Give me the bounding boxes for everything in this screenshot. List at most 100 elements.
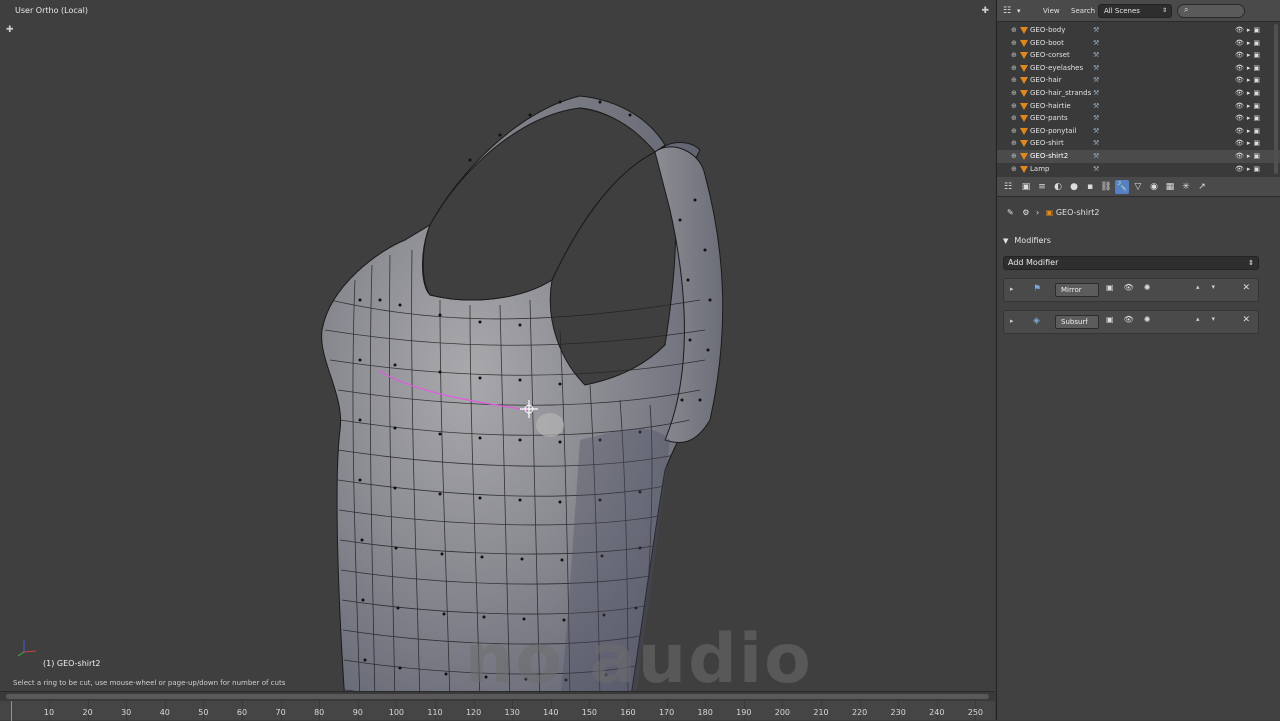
expand-icon[interactable]: ⊕ [1011,112,1017,125]
modifier-display-toggles[interactable]: ▣👁✺ [1106,315,1160,329]
timeline-tick-label: 220 [851,708,868,717]
outliner-item[interactable]: ⊕ GEO-eyelashes ⚒ 👁▸▣ [997,62,1280,75]
timeline-tick-label: 210 [813,708,829,717]
outliner-item[interactable]: ⊕ GEO-shirt ⚒ 👁▸▣ [997,137,1280,150]
expand-icon[interactable]: ⊕ [1011,87,1017,100]
collapse-triangle-icon[interactable]: ▼ [1003,234,1008,248]
modifier-name-field[interactable]: Subsurf [1055,315,1099,329]
modifier-wrench-icon[interactable]: ⚒ [1093,112,1099,125]
timeline-scroll-thumb[interactable] [6,694,989,699]
view-menu[interactable]: View [1043,4,1060,18]
outliner-item[interactable]: ⊕ Lamp ⚒ 👁▸▣ [997,163,1280,176]
modifier-wrench-icon[interactable]: ⚒ [1093,125,1099,138]
viewport-corner-widget-icon[interactable]: ✚ [6,25,14,35]
expand-icon[interactable]: ⊕ [1011,37,1017,50]
expand-icon[interactable]: ⊕ [1011,100,1017,113]
pin-icon[interactable]: ✎ [1007,208,1014,217]
expand-icon[interactable]: ⊕ [1011,74,1017,87]
visibility-toggle-icons[interactable]: 👁▸▣ [1235,24,1263,37]
object-icon: ▣ [1045,208,1054,217]
tab-render-icon[interactable]: ▣ [1019,180,1033,194]
tab-texture-icon[interactable]: ▦ [1163,180,1177,194]
tab-material-icon[interactable]: ◉ [1147,180,1161,194]
visibility-toggle-icons[interactable]: 👁▸▣ [1235,100,1263,113]
tab-data-icon[interactable]: ▽ [1131,180,1145,194]
visibility-toggle-icons[interactable]: 👁▸▣ [1235,163,1263,176]
remove-modifier-icon[interactable]: ✕ [1242,315,1250,325]
outliner-item[interactable]: ⊕ GEO-pants ⚒ 👁▸▣ [997,112,1280,125]
visibility-toggle-icons[interactable]: 👁▸▣ [1235,87,1263,100]
tab-world-icon[interactable]: ● [1067,180,1081,194]
editor-type-icon[interactable]: ☷ [1003,4,1011,18]
search-menu[interactable]: Search [1071,4,1095,18]
modifier-name-field[interactable]: Mirror [1055,283,1099,297]
shirt-mesh[interactable] [0,0,995,702]
modifier-mirror[interactable]: ▸ ⚑ Mirror ▣👁✺ ▴▾ ✕ [1003,278,1259,302]
tab-particles-icon[interactable]: ✳ [1179,180,1193,194]
viewport-corner-widget-right-icon[interactable]: ✚ [981,6,989,16]
modifier-wrench-icon[interactable]: ⚒ [1093,37,1099,50]
outliner-item[interactable]: ⊕ GEO-corset ⚒ 👁▸▣ [997,49,1280,62]
outliner-item[interactable]: ⊕ GEO-hair_strands ⚒ 👁▸▣ [997,87,1280,100]
visibility-toggle-icons[interactable]: 👁▸▣ [1235,49,1263,62]
modifier-wrench-icon[interactable]: ⚒ [1093,163,1099,176]
modifier-wrench-icon[interactable]: ⚒ [1093,137,1099,150]
tab-object-icon[interactable]: ▪ [1083,180,1097,194]
modifier-wrench-icon[interactable]: ⚒ [1093,87,1099,100]
timeline-tick-label: 40 [159,708,170,717]
modifier-wrench-icon[interactable]: ⚒ [1093,62,1099,75]
tab-layers-icon[interactable]: ≡ [1035,180,1049,194]
expand-icon[interactable]: ⊕ [1011,49,1017,62]
visibility-toggle-icons[interactable]: 👁▸▣ [1235,125,1263,138]
modifier-move-arrows[interactable]: ▴▾ [1196,283,1227,291]
timeline-scrollbar[interactable] [0,692,995,701]
modifiers-panel-header[interactable]: ▼ Modifiers [1003,234,1275,248]
expand-icon[interactable]: ⊕ [1011,137,1017,150]
visibility-toggle-icons[interactable]: 👁▸▣ [1235,137,1263,150]
modifier-wrench-icon[interactable]: ⚒ [1093,49,1099,62]
modifier-wrench-icon[interactable]: ⚒ [1093,74,1099,87]
outliner-item[interactable]: ⊕ GEO-shirt2 ⚒ 👁▸▣ [997,150,1280,163]
visibility-toggle-icons[interactable]: 👁▸▣ [1235,74,1263,87]
outliner-panel[interactable]: ☷ ▾ View Search All Scenes ⇕ ⌕ ⊕ GEO-body… [996,0,1280,177]
expand-icon[interactable]: ⊕ [1011,24,1017,37]
outliner-item[interactable]: ⊕ GEO-ponytail ⚒ 👁▸▣ [997,125,1280,138]
expand-icon[interactable]: ⊕ [1011,125,1017,138]
tab-modifiers-icon[interactable]: 🔧 [1115,180,1129,194]
timeline[interactable]: 10 20 30 40 50 60 70 80 90 100 110 120 130 140 150 160 1… [0,691,995,721]
modifier-subsurf[interactable]: ▸ ◈ Subsurf ▣👁✺ ▴▾ ✕ [1003,310,1259,334]
display-mode-select[interactable]: All Scenes ⇕ [1098,4,1172,18]
modifier-wrench-icon[interactable]: ⚒ [1093,150,1099,163]
expand-arrow-icon[interactable]: ▸ [1010,285,1014,293]
add-modifier-button[interactable]: Add Modifier ⇕ [1003,256,1259,270]
outliner-item[interactable]: ⊕ GEO-boot ⚒ 👁▸▣ [997,37,1280,50]
visibility-toggle-icons[interactable]: 👁▸▣ [1235,37,1263,50]
mesh-object-icon [1020,39,1028,47]
outliner-item[interactable]: ⊕ GEO-body ⚒ 👁▸▣ [997,24,1280,37]
3d-viewport[interactable]: User Ortho (Local) ✚ ✚ (1) GEO-shirt2 Se… [0,0,995,702]
expand-icon[interactable]: ⊕ [1011,163,1017,176]
header-collapse-icon[interactable]: ▾ [1017,4,1021,18]
visibility-toggle-icons[interactable]: 👁▸▣ [1235,112,1263,125]
modifier-wrench-icon[interactable]: ⚒ [1093,100,1099,113]
modifier-move-arrows[interactable]: ▴▾ [1196,315,1227,323]
visibility-toggle-icons[interactable]: 👁▸▣ [1235,62,1263,75]
outliner-item[interactable]: ⊕ GEO-hair ⚒ 👁▸▣ [997,74,1280,87]
visibility-toggle-icons[interactable]: 👁▸▣ [1235,150,1263,163]
expand-icon[interactable]: ⊕ [1011,150,1017,163]
tab-scene-icon[interactable]: ◐ [1051,180,1065,194]
remove-modifier-icon[interactable]: ✕ [1242,283,1250,293]
expand-icon[interactable]: ⊕ [1011,62,1017,75]
current-frame-cursor[interactable] [11,701,12,721]
properties-panel[interactable]: ☷ ▣ ≡ ◐ ● ▪ ⛓ 🔧 ▽ ◉ ▦ ✳ ↗ ✎ ⚙ › ▣ GEO-sh… [996,177,1280,720]
expand-arrow-icon[interactable]: ▸ [1010,317,1014,325]
outliner-scrollbar[interactable] [1274,24,1278,174]
modifier-wrench-icon[interactable]: ⚒ [1093,24,1099,37]
editor-type-icon[interactable]: ☷ [1001,180,1015,194]
tab-physics-icon[interactable]: ↗ [1195,180,1209,194]
outliner-item[interactable]: ⊕ GEO-hairtie ⚒ 👁▸▣ [997,100,1280,113]
mesh-object-icon [1020,165,1028,173]
modifier-display-toggles[interactable]: ▣👁✺ [1106,283,1160,297]
outliner-search-input[interactable]: ⌕ [1177,4,1245,18]
tab-constraints-icon[interactable]: ⛓ [1099,180,1113,194]
